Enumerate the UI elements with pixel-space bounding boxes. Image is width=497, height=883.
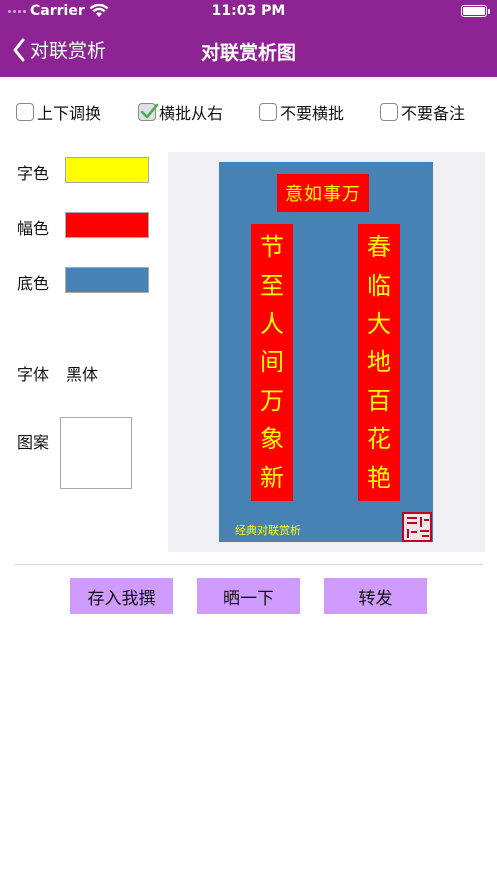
- scroll-char: 地: [367, 348, 391, 377]
- navigation-bar: 对联赏析 对联赏析图: [0, 28, 497, 74]
- swap-option[interactable]: 上下调换: [16, 100, 101, 124]
- text-color-label: 字色: [17, 164, 50, 183]
- pattern-label: 图案: [17, 433, 50, 452]
- text-color-swatch[interactable]: [65, 157, 149, 183]
- bg-color-label: 底色: [17, 274, 50, 293]
- option-label: 横批从右: [159, 104, 224, 123]
- status-bar: Carrier 11:03 PM: [0, 0, 497, 24]
- scroll-char: 象: [260, 425, 284, 454]
- scroll-char: 大: [367, 310, 391, 339]
- no-banner-option[interactable]: 不要横批: [259, 100, 344, 124]
- scroll-char: 人: [260, 310, 284, 339]
- caption-note: 经典对联赏析: [235, 524, 301, 537]
- option-label: 不要横批: [280, 104, 345, 123]
- checkmark-icon: [140, 103, 159, 119]
- scroll-char: 百: [367, 386, 391, 415]
- scroll-char: 间: [260, 348, 284, 377]
- font-label: 字体: [17, 365, 50, 384]
- scroll-char: 花: [367, 425, 391, 454]
- scroll-color-swatch[interactable]: [65, 212, 149, 238]
- status-time: 11:03 PM: [211, 3, 286, 19]
- divider: [14, 564, 483, 565]
- options-row: 上下调换 横批从右 不要横批 不要备注: [16, 100, 486, 124]
- share-button[interactable]: 晒一下: [197, 578, 300, 614]
- right-scroll: 春临大地百花艳: [358, 224, 400, 501]
- battery-icon: [461, 5, 490, 17]
- checkbox-unchecked[interactable]: [259, 103, 277, 121]
- left-scroll: 节至人间万象新: [251, 224, 293, 501]
- seal-stamp-icon: [402, 512, 432, 542]
- scroll-char: 节: [260, 233, 284, 262]
- checkbox-unchecked[interactable]: [16, 103, 34, 121]
- scroll-char: 至: [260, 271, 284, 300]
- bg-color-swatch[interactable]: [65, 267, 149, 293]
- scroll-char: 临: [367, 271, 391, 300]
- forward-button[interactable]: 转发: [324, 578, 427, 614]
- checkbox-checked[interactable]: [138, 103, 159, 121]
- option-label: 不要备注: [401, 104, 466, 123]
- no-note-option[interactable]: 不要备注: [380, 100, 465, 124]
- scroll-char: 艳: [367, 463, 391, 492]
- pattern-picker[interactable]: [60, 417, 132, 489]
- font-value[interactable]: 黑体: [66, 361, 98, 385]
- page-title: 对联赏析图: [200, 42, 296, 64]
- scroll-char: 春: [367, 233, 391, 262]
- horizontal-banner: 意如事万: [277, 174, 369, 212]
- option-label: 上下调换: [37, 104, 102, 123]
- scroll-color-label: 幅色: [17, 219, 50, 238]
- header-bar: Carrier 11:03 PM 对联赏析 对联赏析图: [0, 0, 497, 77]
- checkbox-unchecked[interactable]: [380, 103, 398, 121]
- scroll-char: 新: [260, 463, 284, 492]
- banner-right-option[interactable]: 横批从右: [138, 100, 223, 124]
- save-to-mine-button[interactable]: 存入我撰: [70, 578, 173, 614]
- couplet-canvas: 意如事万 节至人间万象新 春临大地百花艳 经典对联赏析: [219, 162, 433, 542]
- scroll-char: 万: [260, 386, 284, 415]
